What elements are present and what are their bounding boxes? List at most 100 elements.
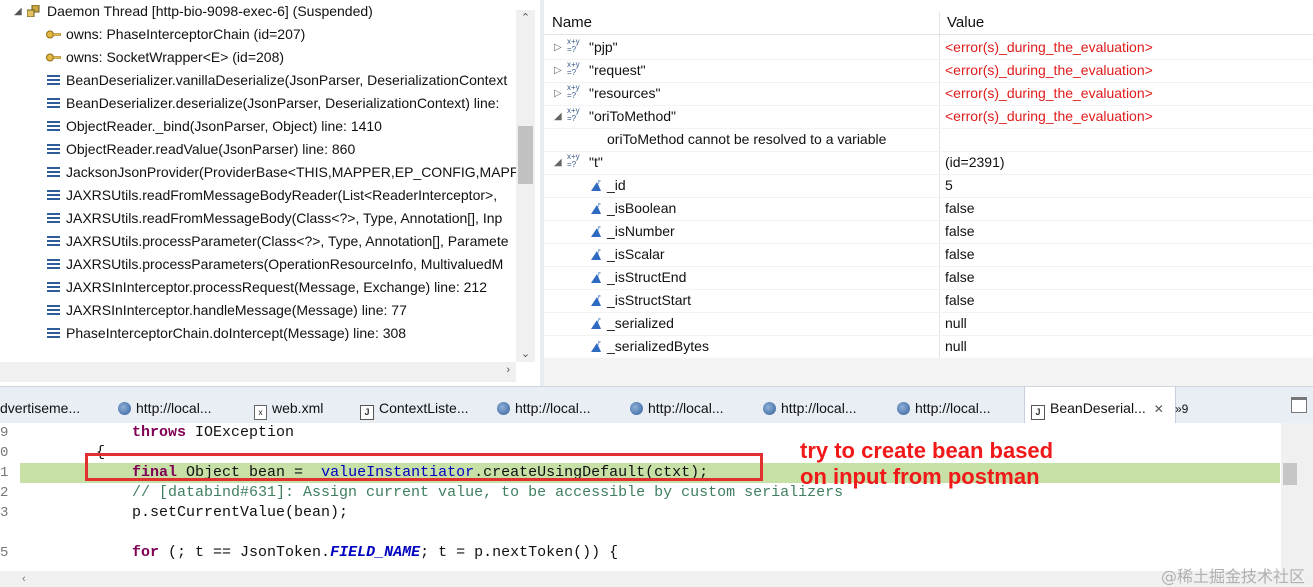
editor-horizontal-scrollbar[interactable]: ‹ [0,571,1313,587]
variable-row[interactable]: F _isScalar false [544,243,1313,267]
svg-text:F: F [598,249,601,255]
variable-row[interactable]: F _serializedBytes null [544,335,1313,359]
expand-twisty-icon[interactable]: ▷ [554,36,562,59]
variable-value: null [945,338,967,354]
editor-tab[interactable]: dvertiseme... [0,387,80,423]
key-icon [46,53,61,62]
stack-frame[interactable]: JAXRSInInterceptor.handleMessage(Message… [0,299,516,322]
editor-tab[interactable]: http://local... [763,387,856,423]
monitor-label: owns: SocketWrapper<E> (id=208) [66,49,285,65]
code-editor[interactable]: 9 throws IOException 0 { 1 final Object … [0,423,1313,587]
tab-label: http://local... [915,400,991,416]
stack-frame-icon [47,236,60,248]
local-variable-icon: x+y =? [567,83,580,100]
stack-frame-icon [47,167,60,179]
editor-tab[interactable]: x web.xml [254,387,323,423]
field-name: _serializedBytes [607,338,709,354]
variable-row[interactable]: ▷ x+y =? "pjp" <error(s)_during_the_evaluati… [544,36,1313,60]
monitor-row[interactable]: owns: SocketWrapper<E> (id=208) [0,46,516,69]
stack-frame[interactable]: JAXRSUtils.processParameter(Class<?>, Ty… [0,230,516,253]
thread-node[interactable]: ◢ Daemon Thread [http-bio-9098-exec-6] (… [0,0,516,23]
tab-label: BeanDeserial... [1050,400,1146,416]
stack-vertical-scrollbar[interactable]: ⌃ ⌄ [516,10,535,362]
code-line[interactable]: 9 throws IOException [0,423,1280,443]
column-header-name[interactable]: Name [552,14,592,31]
variable-row[interactable]: F _isStructEnd false [544,266,1313,290]
monitor-row[interactable]: owns: PhaseInterceptorChain (id=207) [0,23,516,46]
scroll-right-icon[interactable]: › [506,364,510,376]
stack-frame[interactable]: JAXRSUtils.readFromMessageBody(Class<?>,… [0,207,516,230]
variable-row[interactable]: ▷ x+y =? "resources" <error(s)_during_the_ev… [544,82,1313,106]
detail-pane [544,358,1313,386]
svg-text:F: F [598,318,601,324]
stack-frame[interactable]: JAXRSUtils.processParameters(OperationRe… [0,253,516,276]
editor-tab[interactable]: J BeanDeserial... ✕ [1024,387,1176,424]
field-icon: F [591,318,601,329]
stack-frame[interactable]: PhaseInterceptorChain.doIntercept(Messag… [0,322,516,345]
collapse-twisty-icon[interactable]: ◢ [14,0,22,23]
scroll-up-icon[interactable]: ⌃ [516,10,535,26]
variable-row[interactable]: ▷ x+y =? "request" <error(s)_during_the_eval… [544,59,1313,83]
line-number: 5 [0,545,9,561]
scroll-left-icon[interactable]: ‹ [22,571,26,587]
stack-frame[interactable]: BeanDeserializer.deserialize(JsonParser,… [0,92,516,115]
code-line[interactable]: 2 // [databind#631]: Assign current valu… [0,483,1280,503]
field-name: _serialized [607,315,674,331]
tab-label: http://local... [136,400,212,416]
stack-frame-icon [47,144,60,156]
scroll-thumb[interactable] [1283,463,1297,485]
code-line[interactable]: 5 for (; t == JsonToken.FIELD_NAME; t = … [0,543,1280,563]
tab-overflow-button[interactable]: »9 [1175,387,1188,423]
variable-row[interactable]: F _id 5 [544,174,1313,198]
stack-frame[interactable]: JacksonJsonProvider(ProviderBase<THIS,MA… [0,161,516,184]
expand-twisty-icon[interactable]: ▷ [554,82,562,105]
column-header-value[interactable]: Value [947,14,984,31]
scroll-down-icon[interactable]: ⌄ [516,346,535,362]
variable-row[interactable]: F _isStructStart false [544,289,1313,313]
expand-twisty-icon[interactable]: ▷ [554,59,562,82]
field-name: _isScalar [607,246,665,262]
editor-tab[interactable]: http://local... [630,387,723,423]
code-line[interactable]: 3 p.setCurrentValue(bean); [0,503,1280,523]
editor-tab[interactable]: J ContextListe... [360,387,469,423]
stack-frame-list: ◢ Daemon Thread [http-bio-9098-exec-6] (… [0,0,516,362]
java-class-icon: J [360,405,374,420]
field-name: _isNumber [607,223,675,239]
error-message: oriToMethod cannot be resolved to a vari… [607,131,887,147]
scroll-thumb[interactable] [518,126,533,184]
local-variable-icon: x+y =? [567,106,580,123]
editor-tab[interactable]: http://local... [897,387,990,423]
stack-frame-icon [47,282,60,294]
editor-vertical-scrollbar[interactable] [1281,423,1313,573]
stack-frame-label: BeanDeserializer.vanillaDeserialize(Json… [66,72,508,88]
stack-frame[interactable]: JAXRSInInterceptor.processRequest(Messag… [0,276,516,299]
svg-text:F: F [598,272,601,278]
stack-frame-label: JAXRSInInterceptor.handleMessage(Message… [66,302,407,318]
variable-row[interactable]: F _isBoolean false [544,197,1313,221]
variable-row[interactable]: F _serialized null [544,312,1313,336]
maximize-icon[interactable] [1291,397,1307,413]
variable-row[interactable]: ◢ x+y =? "oriToMethod" <error(s)_during_the_… [544,105,1313,129]
browser-globe-icon [497,402,510,415]
stack-frame[interactable]: ObjectReader.readValue(JsonParser) line:… [0,138,516,161]
collapse-twisty-icon[interactable]: ◢ [554,151,562,174]
variable-row[interactable]: F _isNumber false [544,220,1313,244]
tab-label: web.xml [272,400,324,416]
local-variable-icon: x+y =? [567,37,580,54]
collapse-twisty-icon[interactable]: ◢ [554,105,562,128]
editor-tab[interactable]: http://local... [497,387,590,423]
close-icon[interactable]: ✕ [1154,402,1164,416]
stack-frame[interactable]: ObjectReader._bind(JsonParser, Object) l… [0,115,516,138]
stack-frame[interactable]: JAXRSUtils.readFromMessageBodyReader(Lis… [0,184,516,207]
key-icon [46,30,61,39]
variable-row[interactable]: oriToMethod cannot be resolved to a vari… [544,128,1313,152]
variable-row[interactable]: ◢ x+y =? "t" (id=2391) [544,151,1313,175]
stack-horizontal-scrollbar[interactable]: › [0,362,516,382]
stack-frame[interactable]: BeanDeserializer.vanillaDeserialize(Json… [0,69,516,92]
field-name: _id [607,177,626,193]
svg-text:F: F [598,295,601,301]
svg-text:F: F [598,180,601,186]
variable-value: <error(s)_during_the_evaluation> [945,108,1153,124]
editor-tab[interactable]: http://local... [118,387,211,423]
code-line[interactable] [0,523,1280,543]
